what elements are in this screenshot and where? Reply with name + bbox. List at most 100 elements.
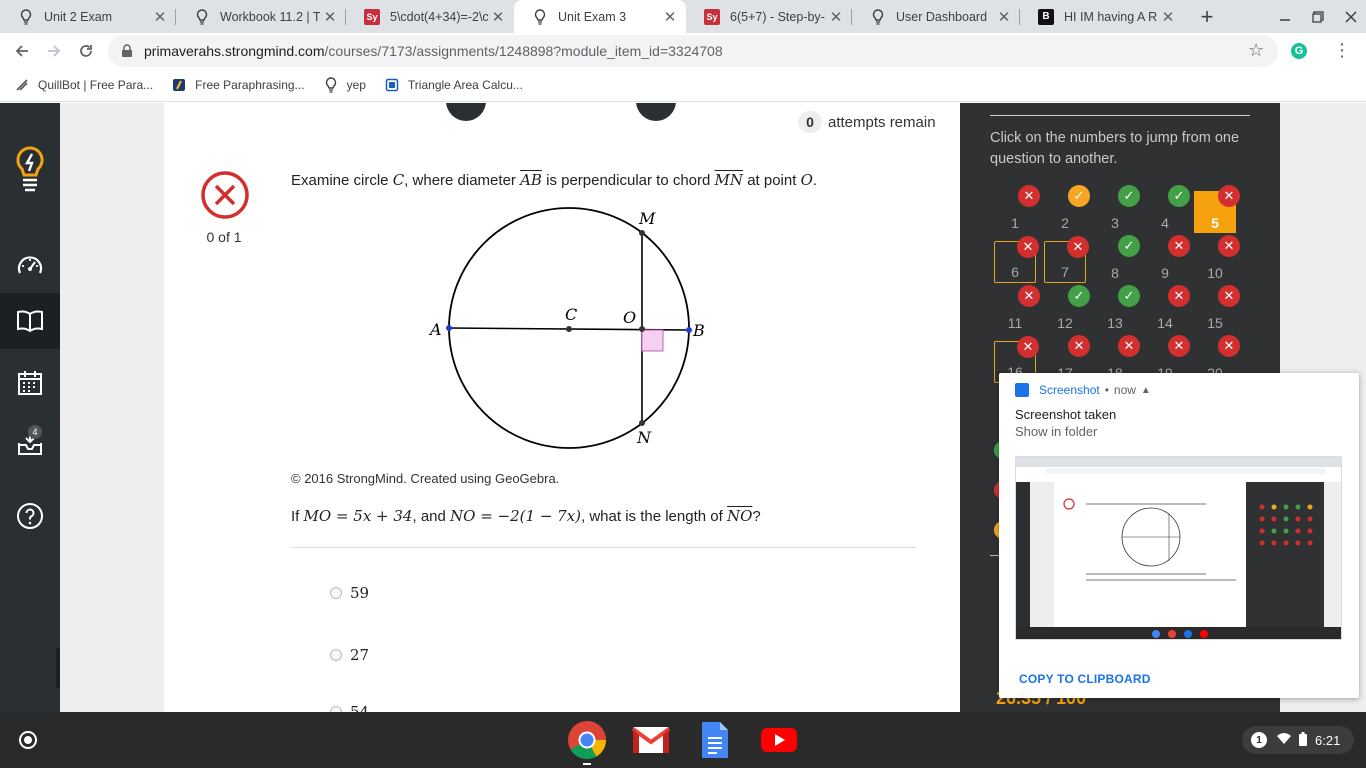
brainly-icon: B xyxy=(1038,8,1054,25)
tab-symbolab-1[interactable]: Sy 5\cdot(4+34)=-2\cc ✕ xyxy=(346,0,514,33)
battery-icon xyxy=(1299,731,1307,749)
screenshot-notification[interactable]: Screenshot • now ▲ Screenshot taken Show… xyxy=(999,373,1359,698)
sidebar-item-courses[interactable] xyxy=(0,293,60,349)
point-n xyxy=(639,420,645,426)
attempts-remaining: 0 attempts remain xyxy=(798,111,936,133)
question-nav-1[interactable]: 1 ✕ xyxy=(994,185,1040,233)
close-window-button[interactable] xyxy=(1339,6,1363,28)
bookmark-free-paraphrasing[interactable]: Free Paraphrasing... xyxy=(171,77,305,93)
tab-workbook[interactable]: Workbook 11.2 | Tw ✕ xyxy=(176,0,346,33)
tab-unit-exam-3[interactable]: Unit Exam 3 ✕ xyxy=(514,0,686,33)
attempts-count: 0 xyxy=(798,111,822,133)
incorrect-icon: ✕ xyxy=(1067,236,1089,258)
sidebar-item-calendar[interactable] xyxy=(0,355,60,411)
tab-label: 5\cdot(4+34)=-2\cc xyxy=(390,9,488,24)
minimize-button[interactable] xyxy=(1273,6,1297,28)
question-nav-13[interactable]: 13 ✓ xyxy=(1094,285,1140,333)
question-nav-8[interactable]: 8 ✓ xyxy=(1094,235,1140,283)
answer-choice[interactable]: 54 xyxy=(330,703,369,712)
copy-to-clipboard-button[interactable]: COPY TO CLIPBOARD xyxy=(1019,672,1151,686)
right-angle-marker xyxy=(641,329,664,352)
tab-unit-2-exam[interactable]: Unit 2 Exam ✕ xyxy=(0,0,176,33)
radio-button[interactable] xyxy=(330,587,342,599)
check-icon: ✓ xyxy=(1118,235,1140,257)
question-nav-2[interactable]: 2 ✓ xyxy=(1044,185,1090,233)
question-nav-3[interactable]: 3 ✓ xyxy=(1094,185,1140,233)
next-question-button[interactable] xyxy=(636,103,676,121)
question-nav-12[interactable]: 12 ✓ xyxy=(1044,285,1090,333)
question-nav-4[interactable]: 4 ✓ xyxy=(1144,185,1190,233)
incorrect-icon: ✕ xyxy=(1018,185,1040,207)
question-nav-14[interactable]: 14 ✕ xyxy=(1144,285,1190,333)
point-a xyxy=(446,325,452,331)
youtube-icon xyxy=(761,728,797,752)
help-icon xyxy=(17,503,43,529)
tab-symbolab-2[interactable]: Sy 6(5+7) - Step-by-Ste ✕ xyxy=(686,0,852,33)
question-nav-6[interactable]: 6 ✕ xyxy=(994,236,1039,283)
close-icon[interactable]: ✕ xyxy=(660,7,680,27)
question-nav-15[interactable]: 15 ✕ xyxy=(1194,285,1240,333)
close-icon[interactable]: ✕ xyxy=(826,7,846,27)
bookmark-yep[interactable]: yep xyxy=(323,77,366,93)
choice-label: 27 xyxy=(350,646,370,664)
sidebar-item-inbox[interactable]: 4 xyxy=(0,415,60,471)
close-icon[interactable]: ✕ xyxy=(150,7,170,27)
launcher-button[interactable] xyxy=(10,724,46,756)
bookmark-triangle-area[interactable]: Triangle Area Calcu... xyxy=(384,77,523,93)
chevron-up-icon[interactable]: ▲ xyxy=(1141,385,1151,396)
close-icon[interactable]: ✕ xyxy=(320,7,340,27)
question-number: 6 xyxy=(1011,264,1019,280)
tab-label: Workbook 11.2 | Tw xyxy=(220,9,320,24)
radio-button[interactable] xyxy=(330,649,342,661)
screenshot-thumbnail[interactable] xyxy=(1015,456,1342,640)
previous-question-button[interactable] xyxy=(446,103,486,121)
docs-app[interactable] xyxy=(695,720,735,760)
strongmind-logo[interactable] xyxy=(0,131,60,211)
grammarly-icon[interactable]: G xyxy=(1291,43,1307,59)
question-number: 7 xyxy=(1061,264,1069,280)
close-icon[interactable]: ✕ xyxy=(994,7,1014,27)
chrome-menu-icon[interactable]: ⋮ xyxy=(1333,40,1351,61)
question-nav-10[interactable]: 10 ✕ xyxy=(1194,235,1240,283)
forward-button[interactable] xyxy=(40,37,68,65)
url-path: /courses/7173/assignments/1248898?module… xyxy=(324,43,723,59)
question-nav-5[interactable]: 5 ✕ xyxy=(1194,185,1240,233)
os-shelf: 1 6:21 xyxy=(0,712,1366,768)
status-tray[interactable]: 1 6:21 xyxy=(1242,726,1354,754)
incorrect-icon: ✕ xyxy=(1118,335,1140,357)
sidebar-item-help[interactable] xyxy=(0,488,60,544)
reload-button[interactable] xyxy=(72,37,100,65)
screenshot-app-icon xyxy=(1015,383,1029,397)
tab-brainly[interactable]: B HI IM having A REA ✕ xyxy=(1020,0,1184,33)
question-nav-9[interactable]: 9 ✕ xyxy=(1144,235,1190,283)
new-tab-button[interactable]: + xyxy=(1195,4,1219,29)
chrome-app[interactable] xyxy=(567,720,607,760)
close-icon[interactable]: ✕ xyxy=(488,7,508,27)
incorrect-icon: ✕ xyxy=(1017,236,1039,258)
youtube-app[interactable] xyxy=(759,720,799,760)
navigator-help-text: Click on the numbers to jump from one qu… xyxy=(990,130,1240,167)
address-bar[interactable]: primaverahs.strongmind.com/courses/7173/… xyxy=(108,35,1278,67)
check-icon: ✓ xyxy=(1068,285,1090,307)
maximize-button[interactable] xyxy=(1306,6,1330,28)
question-prompt: If MO = 5x + 34, and NO = −2(1 − 7x), wh… xyxy=(291,507,761,525)
question-number: 10 xyxy=(1207,265,1223,281)
back-button[interactable] xyxy=(8,37,36,65)
gmail-app[interactable] xyxy=(631,720,671,760)
question-number: 1 xyxy=(1011,215,1019,231)
bookmark-quillbot[interactable]: QuillBot | Free Para... xyxy=(14,77,153,93)
bookmark-star-icon[interactable]: ☆ xyxy=(1248,40,1264,61)
sidebar-item-dashboard[interactable] xyxy=(0,237,60,293)
question-nav-7[interactable]: 7 ✕ xyxy=(1044,236,1089,283)
answer-choice[interactable]: 27 xyxy=(330,646,369,664)
question-number: 13 xyxy=(1107,315,1123,331)
question-nav-11[interactable]: 11 ✕ xyxy=(994,285,1040,333)
close-icon[interactable]: ✕ xyxy=(1158,7,1178,27)
answer-choice[interactable]: 59 xyxy=(330,584,369,602)
browser-toolbar: primaverahs.strongmind.com/courses/7173/… xyxy=(0,33,1366,69)
question-number: 4 xyxy=(1161,215,1169,231)
choice-label: 54 xyxy=(350,703,370,712)
tab-user-dashboard[interactable]: User Dashboard ✕ xyxy=(852,0,1020,33)
show-in-folder-link[interactable]: Show in folder xyxy=(1015,424,1097,439)
point-c xyxy=(566,326,572,332)
